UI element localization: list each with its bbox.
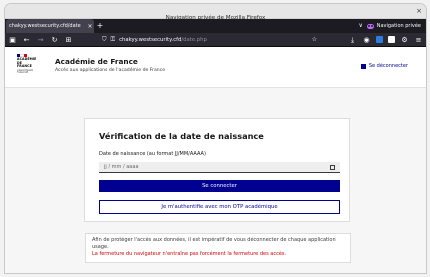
form-title: Vérification de la date de naissance	[99, 131, 264, 141]
extension-white-icon[interactable]	[388, 36, 395, 43]
browser-window: Navigation privée de Mozilla Firefox × c…	[5, 4, 426, 273]
logo-line-2: DE FRANCE	[17, 60, 32, 69]
calendar-icon[interactable]	[330, 164, 335, 170]
extension-blue-icon[interactable]	[376, 36, 383, 43]
date-field-label: Date de naissance (au format JJ/MM/AAAA)	[99, 151, 206, 157]
window-close-button[interactable]: ×	[416, 4, 422, 19]
tab-label: chakyy.westsecurity.cfd/date	[9, 23, 81, 29]
extension-puzzle-icon[interactable]: ⚙	[400, 33, 409, 47]
tabstrip-spacer	[106, 19, 355, 33]
otp-auth-button[interactable]: Je m'authentifie avec mon OTP académique	[99, 200, 340, 214]
private-mask-icon	[366, 23, 374, 29]
lock-icon[interactable]: ⚿	[111, 36, 116, 44]
back-arrow-icon[interactable]: ←	[22, 33, 31, 47]
site-name[interactable]: Académie de France	[55, 57, 138, 66]
private-browsing-label: Navigation privée	[376, 23, 421, 29]
title-bar: Navigation privée de Mozilla Firefox ×	[5, 4, 426, 21]
reload-icon[interactable]: ↻	[50, 33, 59, 47]
sidebar-toggle-icon[interactable]: ▣	[8, 33, 17, 47]
url-text[interactable]: chakyy.westsecurity.cfd/date.php	[119, 37, 308, 43]
submit-button[interactable]: Se connecter	[99, 180, 340, 192]
site-header: ACADÉMIE DE FRANCE Liberté Égalité Frate…	[5, 48, 426, 88]
list-all-tabs-icon[interactable]: ∨	[355, 19, 367, 33]
notice-warning: La fermeture du navigateur n'entraîne pa…	[92, 251, 287, 257]
page-content: ACADÉMIE DE FRANCE Liberté Égalité Frate…	[5, 48, 426, 273]
shield-icon[interactable]: ⛉	[102, 36, 107, 44]
new-tab-button[interactable]: +	[94, 19, 106, 33]
forward-arrow-icon[interactable]: →	[36, 33, 45, 47]
birthdate-input[interactable]: jj / mm / aaaa	[99, 162, 340, 173]
republic-logo[interactable]: ACADÉMIE DE FRANCE Liberté Égalité Frate…	[17, 54, 37, 75]
logo-motto: Liberté Égalité Fraternité	[17, 68, 33, 75]
url-domain: chakyy.westsecurity.cfd	[119, 36, 182, 43]
tab-close-icon[interactable]: ×	[86, 23, 94, 30]
private-browsing-indicator: Navigation privée	[366, 19, 426, 33]
url-bar[interactable]: ⛉ ⚿ chakyy.westsecurity.cfd/date.php ☆	[98, 34, 321, 45]
account-icon[interactable]: ◉	[362, 33, 371, 47]
tab-strip: chakyy.westsecurity.cfd/date × + ∨ Navig…	[5, 19, 426, 33]
logout-label: Se déconnecter	[368, 63, 408, 69]
bookmark-star-icon[interactable]: ☆	[312, 36, 317, 43]
extensions-grid-icon[interactable]: ⊞	[64, 33, 73, 47]
logout-notice: Afin de protéger l'accès aux données, il…	[85, 233, 351, 263]
url-path: /date.php	[181, 36, 207, 43]
date-input-value: jj / mm / aaaa	[104, 164, 139, 170]
menu-icon[interactable]: ≡	[414, 33, 423, 47]
site-tagline: Accès aux applications de l'académie de …	[55, 68, 166, 73]
logout-button[interactable]: Se déconnecter	[360, 63, 408, 69]
notice-text: Afin de protéger l'accès aux données, il…	[92, 237, 336, 250]
logout-icon	[360, 63, 366, 69]
navigation-toolbar: ▣ ← → ↻ ⊞ ⛉ ⚿ chakyy.westsecurity.cfd/da…	[5, 33, 426, 47]
download-icon[interactable]: ⤓	[348, 33, 357, 47]
tab-active[interactable]: chakyy.westsecurity.cfd/date ×	[6, 19, 94, 33]
birthdate-form: Vérification de la date de naissance Dat…	[84, 118, 350, 222]
